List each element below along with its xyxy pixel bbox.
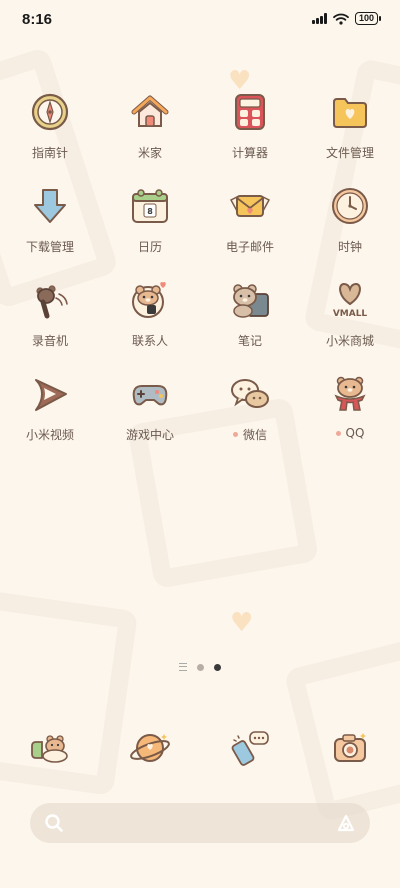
app-grid: 指南针 米家 计算器 文件管理 下载管理 8 日历 电子邮件 时钟 录音机 联系… (0, 88, 400, 464)
search-bar[interactable] (30, 803, 370, 843)
search-icon (45, 814, 63, 832)
page-indicator (0, 663, 400, 671)
planet-icon[interactable] (126, 724, 174, 772)
page-dot-active[interactable] (214, 663, 221, 671)
app-game-center[interactable]: 游戏中心 (100, 370, 200, 464)
app-label: 电子邮件 (225, 240, 274, 254)
dock (0, 724, 400, 772)
app-label: QQ (345, 426, 365, 440)
phone-bear-icon[interactable] (26, 724, 74, 772)
folder-icon (326, 88, 374, 136)
status-bar: 8:16 100 (0, 0, 400, 40)
contacts-bear-icon (126, 276, 174, 324)
signal-icon (312, 13, 327, 24)
app-email[interactable]: 电子邮件 (200, 182, 300, 276)
app-label: 下载管理 (25, 240, 74, 254)
vmall-text: VMALL (333, 309, 368, 319)
app-label: 时钟 (337, 240, 362, 254)
app-clock[interactable]: 时钟 (300, 182, 400, 276)
status-time: 8:16 (22, 11, 53, 28)
app-label: 米家 (137, 146, 162, 160)
app-mi-store[interactable]: VMALL 小米商城 (300, 276, 400, 370)
app-label: 文件管理 (325, 146, 374, 160)
page-dot[interactable] (197, 663, 204, 671)
app-label: 联系人 (131, 334, 168, 348)
video-play-icon (26, 370, 74, 418)
wifi-icon (333, 13, 349, 25)
app-label: 日历 (137, 240, 162, 254)
notification-dot (335, 430, 341, 436)
app-calendar[interactable]: 8 日历 (100, 182, 200, 276)
app-mijia[interactable]: 米家 (100, 88, 200, 182)
messages-icon[interactable] (226, 724, 274, 772)
calendar-day: 8 (147, 207, 153, 216)
home-icon (126, 88, 174, 136)
app-mi-video[interactable]: 小米视频 (0, 370, 100, 464)
app-calculator[interactable]: 计算器 (200, 88, 300, 182)
calculator-icon (226, 88, 274, 136)
app-contacts[interactable]: 联系人 (100, 276, 200, 370)
mail-envelope-icon (226, 182, 274, 230)
app-recorder[interactable]: 录音机 (0, 276, 100, 370)
app-label: 录音机 (31, 334, 68, 348)
qq-bear-icon (326, 370, 374, 418)
clock-icon (326, 182, 374, 230)
app-label: 计算器 (231, 146, 268, 160)
app-label: 游戏中心 (125, 428, 174, 442)
notes-bear-icon (226, 276, 274, 324)
app-qq[interactable]: QQ (300, 370, 400, 464)
app-download-manager[interactable]: 下载管理 (0, 182, 100, 276)
app-notes[interactable]: 笔记 (200, 276, 300, 370)
app-compass[interactable]: 指南针 (0, 88, 100, 182)
download-arrow-icon (26, 182, 74, 230)
microphone-icon (26, 276, 74, 324)
app-label: 微信 (242, 428, 267, 442)
compass-icon (26, 88, 74, 136)
app-file-manager[interactable]: 文件管理 (300, 88, 400, 182)
notification-dot (232, 432, 238, 437)
camera-icon[interactable] (326, 724, 374, 772)
app-label: 笔记 (237, 334, 262, 348)
calendar-icon: 8 (126, 182, 174, 230)
app-wechat[interactable]: 微信 (200, 370, 300, 464)
vmall-heart-icon: VMALL (326, 276, 374, 324)
status-icons: 100 (312, 12, 382, 25)
assistant-icon[interactable] (336, 813, 356, 833)
app-label: 小米视频 (25, 428, 74, 442)
wechat-bubble-icon (226, 370, 274, 418)
app-label: 小米商城 (325, 334, 374, 348)
battery-icon: 100 (354, 12, 382, 25)
app-drawer-menu-icon[interactable] (179, 663, 187, 671)
app-label: 指南针 (31, 146, 68, 160)
gamepad-icon (126, 370, 174, 418)
